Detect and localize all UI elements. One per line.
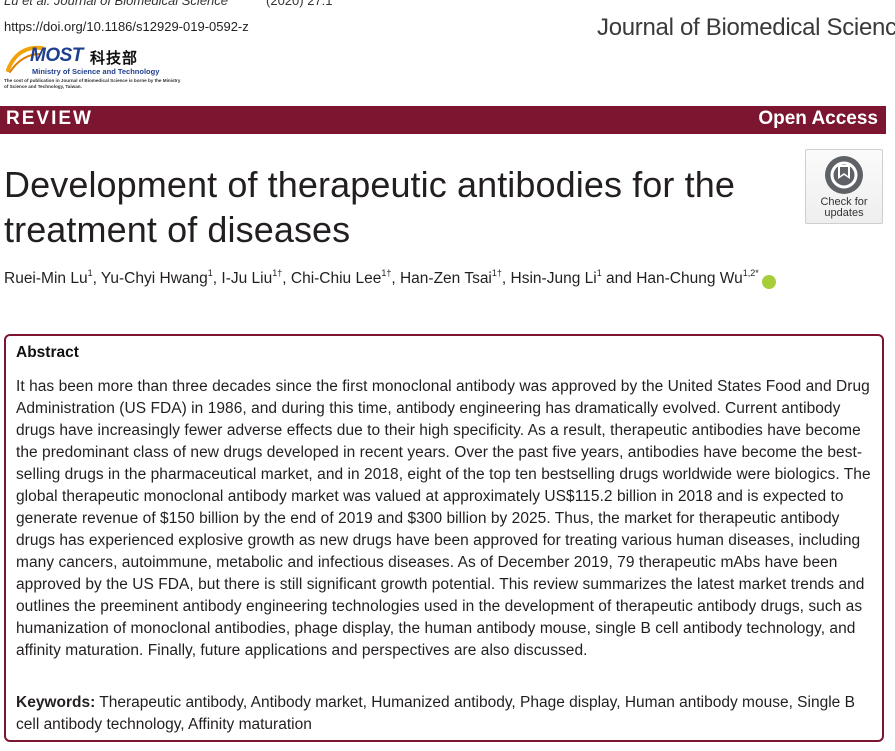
- author-name[interactable]: Han-Zen Tsai: [400, 270, 492, 287]
- check-for-updates-button[interactable]: Check for updates: [805, 149, 883, 224]
- citation-line: Lu et al. Journal of Biomedical Science (…: [4, 0, 333, 8]
- journal-name: Journal of Biomedical Science: [597, 14, 895, 41]
- logo-wordmark: MOST: [30, 45, 83, 66]
- author-separator: ,: [282, 270, 291, 288]
- author-name[interactable]: Hsin-Jung Li: [511, 270, 597, 287]
- author-separator: ,: [501, 270, 511, 288]
- author-separator: ,: [391, 270, 400, 288]
- keywords: Keywords: Therapeutic antibody, Antibody…: [16, 692, 874, 736]
- author-affiliation: 1†: [272, 268, 283, 278]
- most-logo: MOST 科技部 Ministry of Science and Technol…: [4, 38, 184, 98]
- author-name[interactable]: Ruei-Min Lu: [4, 270, 88, 287]
- article-title: Development of therapeutic antibodies fo…: [4, 164, 735, 250]
- author-affiliation: 1,2*: [742, 268, 759, 278]
- check-for-updates-label: Check for updates: [806, 197, 882, 219]
- author-list: Ruei-Min Lu1, Yu-Chyi Hwang1, I-Ju Liu1†…: [4, 268, 776, 290]
- author-name[interactable]: Han-Chung Wu: [636, 270, 743, 287]
- author-separator: and: [601, 270, 637, 288]
- citation-volume: (2020) 27:1: [266, 0, 333, 8]
- doi-link[interactable]: https://doi.org/10.1186/s12929-019-0592-…: [4, 19, 249, 34]
- author-affiliation: 1†: [381, 268, 392, 278]
- updates-label-line2: updates: [824, 207, 864, 219]
- article-type-bar: [0, 106, 886, 134]
- keywords-label: Keywords:: [16, 694, 96, 711]
- author-name[interactable]: Yu-Chyi Hwang: [101, 270, 208, 287]
- logo-ministry: Ministry of Science and Technology: [32, 67, 160, 76]
- article-type-label: REVIEW: [6, 108, 93, 129]
- orcid-icon[interactable]: [761, 275, 776, 290]
- abstract-text: It has been more than three decades sinc…: [16, 378, 871, 659]
- author-affiliation: 1: [87, 268, 93, 278]
- logo-cjk: 科技部: [90, 49, 139, 67]
- author-separator: ,: [92, 270, 101, 288]
- bookmark-icon: [825, 156, 863, 194]
- author-name[interactable]: I-Ju Liu: [221, 270, 272, 287]
- author-name[interactable]: Chi-Chiu Lee: [291, 270, 381, 287]
- citation-text: Lu et al. Journal of Biomedical Science: [4, 0, 229, 8]
- author-affiliation: 1: [207, 268, 213, 278]
- logo-note: The cost of publication in Journal of Bi…: [4, 78, 181, 89]
- keywords-list: Therapeutic antibody, Antibody market, H…: [16, 694, 855, 733]
- author-affiliation: 1†: [491, 268, 502, 278]
- abstract-heading: Abstract: [16, 344, 79, 361]
- open-access-label: Open Access: [758, 108, 878, 129]
- author-affiliation: 1: [596, 268, 602, 278]
